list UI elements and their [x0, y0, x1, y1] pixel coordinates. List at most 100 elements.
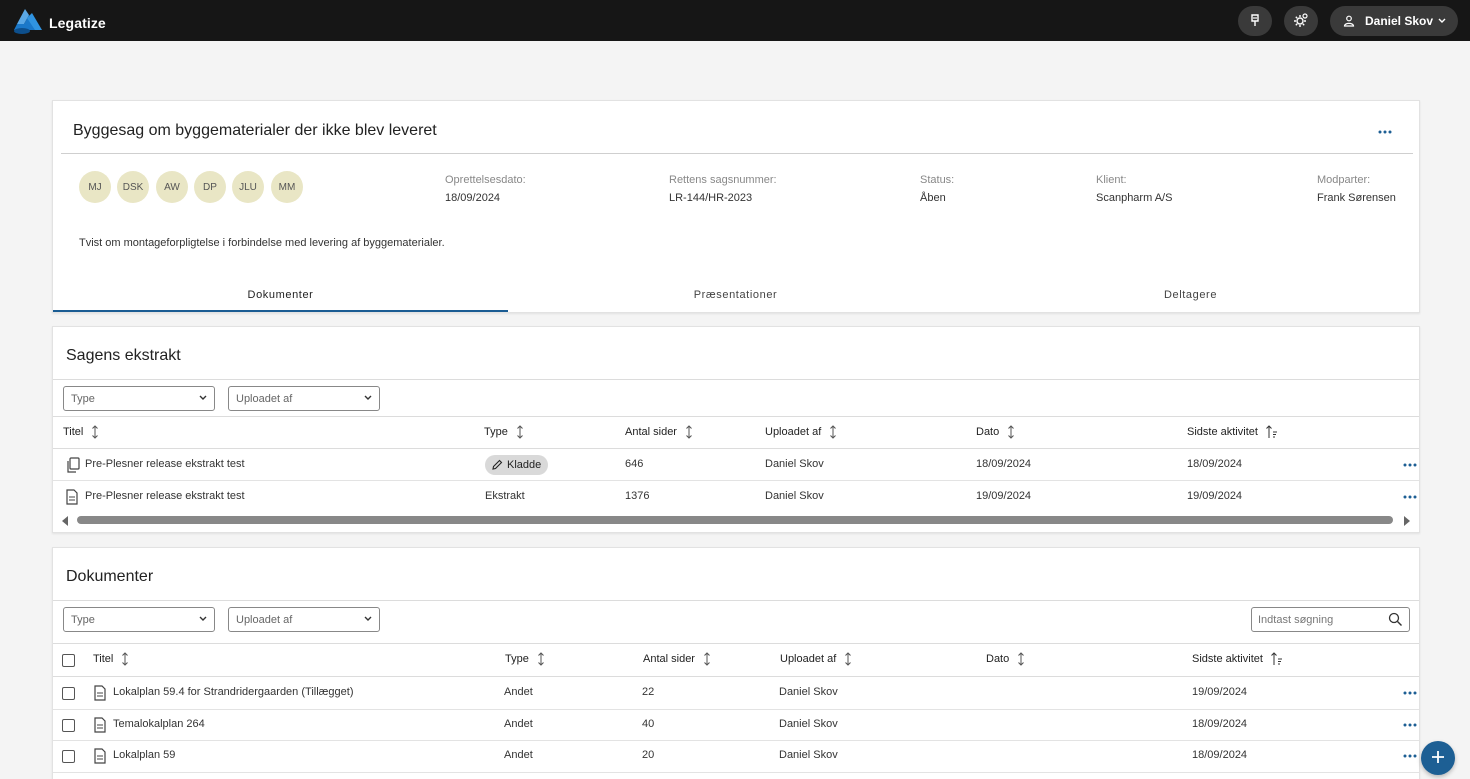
top-bar: Legatize Daniel Skov: [0, 0, 1470, 41]
avatar[interactable]: MM: [271, 171, 303, 203]
case-more-button[interactable]: [1369, 119, 1401, 141]
user-menu-button[interactable]: Daniel Skov: [1330, 6, 1458, 36]
column-header-type[interactable]: Type: [484, 425, 524, 439]
uploader-filter-select[interactable]: Uploadet af: [228, 386, 380, 411]
user-name: Daniel Skov: [1365, 14, 1434, 28]
row-type: Ekstrakt: [485, 490, 525, 502]
row-title[interactable]: Lokalplan 59.4 for Strandridergaarden (T…: [113, 686, 354, 698]
scroll-right-arrow-icon[interactable]: [1403, 515, 1411, 529]
settings-button[interactable]: [1284, 6, 1318, 36]
row-more-button[interactable]: [1400, 492, 1420, 502]
search-icon[interactable]: [1388, 612, 1403, 627]
row-title[interactable]: Pre-Plesner release ekstrakt test: [85, 458, 245, 470]
sort-icon: [91, 425, 99, 439]
tab-documents[interactable]: Dokumenter: [53, 277, 508, 313]
tab-participants[interactable]: Deltagere: [963, 277, 1418, 313]
row-more-button[interactable]: [1400, 751, 1420, 761]
type-filter-placeholder: Type: [71, 613, 95, 626]
column-header-type[interactable]: Type: [505, 652, 545, 666]
pin-button[interactable]: [1238, 6, 1272, 36]
opposing-parties-value: Frank Sørensen: [1317, 192, 1396, 204]
document-search[interactable]: [1251, 607, 1410, 632]
extract-divider: [53, 379, 1419, 380]
sort-ascending-icon: [1271, 652, 1283, 666]
avatar[interactable]: DP: [194, 171, 226, 203]
column-header-title[interactable]: Titel: [93, 652, 129, 666]
scroll-thumb[interactable]: [77, 516, 1393, 524]
column-header-pages[interactable]: Antal sider: [643, 652, 711, 666]
extract-header-bottom-line: [53, 448, 1419, 449]
row-more-button[interactable]: [1400, 460, 1420, 470]
chevron-down-icon: [1437, 17, 1447, 25]
row-pages: 40: [642, 718, 655, 730]
column-header-date[interactable]: Dato: [986, 652, 1025, 666]
case-divider: [61, 153, 1413, 154]
sort-icon: [121, 652, 129, 666]
column-header-date[interactable]: Dato: [976, 425, 1015, 439]
document-icon: [94, 748, 106, 764]
user-icon: [1343, 15, 1355, 27]
column-header-label: Sidste aktivitet: [1187, 426, 1258, 438]
row-title[interactable]: Temalokalplan 264: [113, 718, 205, 730]
chevron-down-icon: [363, 615, 373, 623]
type-filter-select[interactable]: Type: [63, 607, 215, 632]
row-uploader: Daniel Skov: [779, 686, 838, 698]
chevron-down-icon: [198, 615, 208, 623]
opposing-parties-label: Modparter:: [1317, 174, 1371, 186]
row-checkbox[interactable]: [62, 719, 75, 732]
column-header-uploader[interactable]: Uploadet af: [765, 425, 837, 439]
court-case-number-value: LR-144/HR-2023: [669, 192, 753, 204]
copy-document-icon: [66, 457, 80, 473]
created-date-label: Oprettelsesdato:: [445, 174, 526, 186]
column-header-last-activity[interactable]: Sidste aktivitet: [1187, 425, 1278, 439]
horizontal-scrollbar[interactable]: [61, 513, 1413, 527]
row-type: Andet: [504, 686, 533, 698]
column-header-label: Antal sider: [643, 653, 695, 665]
logo-text: Legatize: [49, 14, 106, 31]
draft-chip: Kladde: [485, 455, 549, 475]
client-value: Scanpharm A/S: [1096, 192, 1173, 204]
column-header-title[interactable]: Titel: [63, 425, 99, 439]
select-all-checkbox[interactable]: [62, 654, 75, 667]
row-last-activity: 18/09/2024: [1192, 749, 1248, 761]
created-date-value: 18/09/2024: [445, 192, 501, 204]
column-header-label: Type: [484, 426, 508, 438]
plus-icon: [1431, 750, 1445, 767]
documents-section: Dokumenter Type Uploadet af Titel Type A…: [52, 547, 1420, 779]
row-title[interactable]: Pre-Plesner release ekstrakt test: [85, 490, 245, 502]
document-icon: [66, 489, 78, 505]
pin-icon: [1248, 13, 1262, 30]
sort-icon: [685, 425, 693, 439]
more-dots-icon: [1378, 123, 1392, 137]
row-more-button[interactable]: [1400, 688, 1420, 698]
avatar[interactable]: AW: [156, 171, 188, 203]
column-header-last-activity[interactable]: Sidste aktivitet: [1192, 652, 1283, 666]
row-more-button[interactable]: [1400, 720, 1420, 730]
avatar[interactable]: JLU: [232, 171, 264, 203]
row-last-activity: 18/09/2024: [1187, 458, 1243, 470]
row-checkbox[interactable]: [62, 687, 75, 700]
document-icon: [94, 685, 106, 701]
documents-header-bottom-line: [53, 676, 1419, 677]
extract-title: Sagens ekstrakt: [66, 347, 181, 364]
row-checkbox[interactable]: [62, 750, 75, 763]
avatar[interactable]: DSK: [117, 171, 149, 203]
row-type: Andet: [504, 718, 533, 730]
column-header-label: Titel: [93, 653, 114, 665]
row-divider: [53, 740, 1419, 741]
row-title[interactable]: Lokalplan 59: [113, 749, 175, 761]
avatar[interactable]: MJ: [79, 171, 111, 203]
document-search-input[interactable]: [1258, 613, 1378, 626]
column-header-uploader[interactable]: Uploadet af: [780, 652, 852, 666]
client-label: Klient:: [1096, 174, 1127, 186]
logo[interactable]: Legatize: [13, 8, 106, 37]
type-filter-select[interactable]: Type: [63, 386, 215, 411]
documents-header-top-line: [53, 643, 1419, 644]
uploader-filter-select[interactable]: Uploadet af: [228, 607, 380, 632]
tab-presentations[interactable]: Præsentationer: [508, 277, 963, 313]
row-pages: 20: [642, 749, 655, 761]
add-document-button[interactable]: [1421, 741, 1455, 775]
column-header-pages[interactable]: Antal sider: [625, 425, 693, 439]
status-label: Status:: [920, 174, 955, 186]
scroll-left-arrow-icon[interactable]: [61, 515, 69, 529]
